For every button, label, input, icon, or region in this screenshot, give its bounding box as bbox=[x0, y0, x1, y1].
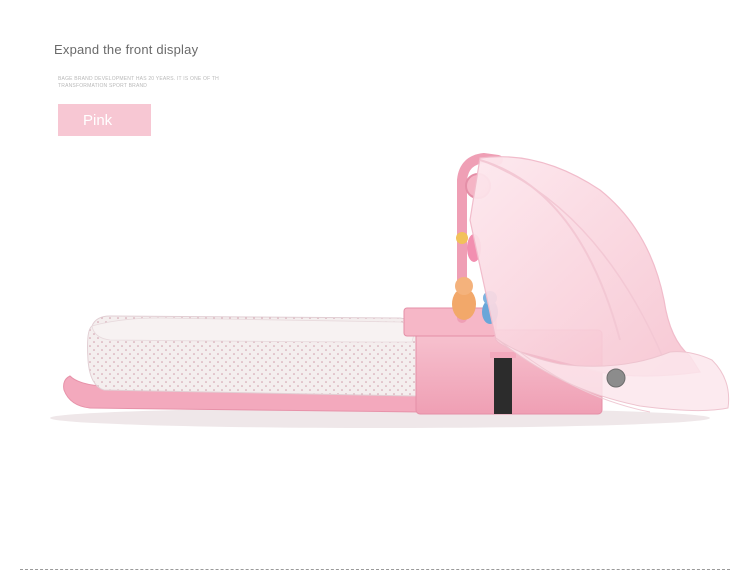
brand-fineprint: BAGE BRAND DEVELOPMENT HAS 20 YEARS. IT … bbox=[58, 76, 219, 89]
section-heading: Expand the front display bbox=[54, 42, 199, 57]
crib-side-button bbox=[606, 368, 626, 388]
canopy bbox=[469, 156, 702, 377]
color-badge-pink: Pink bbox=[58, 104, 151, 136]
section-divider bbox=[20, 569, 730, 570]
mattress-rim bbox=[91, 317, 415, 343]
crib-strap bbox=[494, 352, 512, 414]
product-photo bbox=[50, 152, 730, 428]
crib-strap-band bbox=[490, 352, 516, 358]
